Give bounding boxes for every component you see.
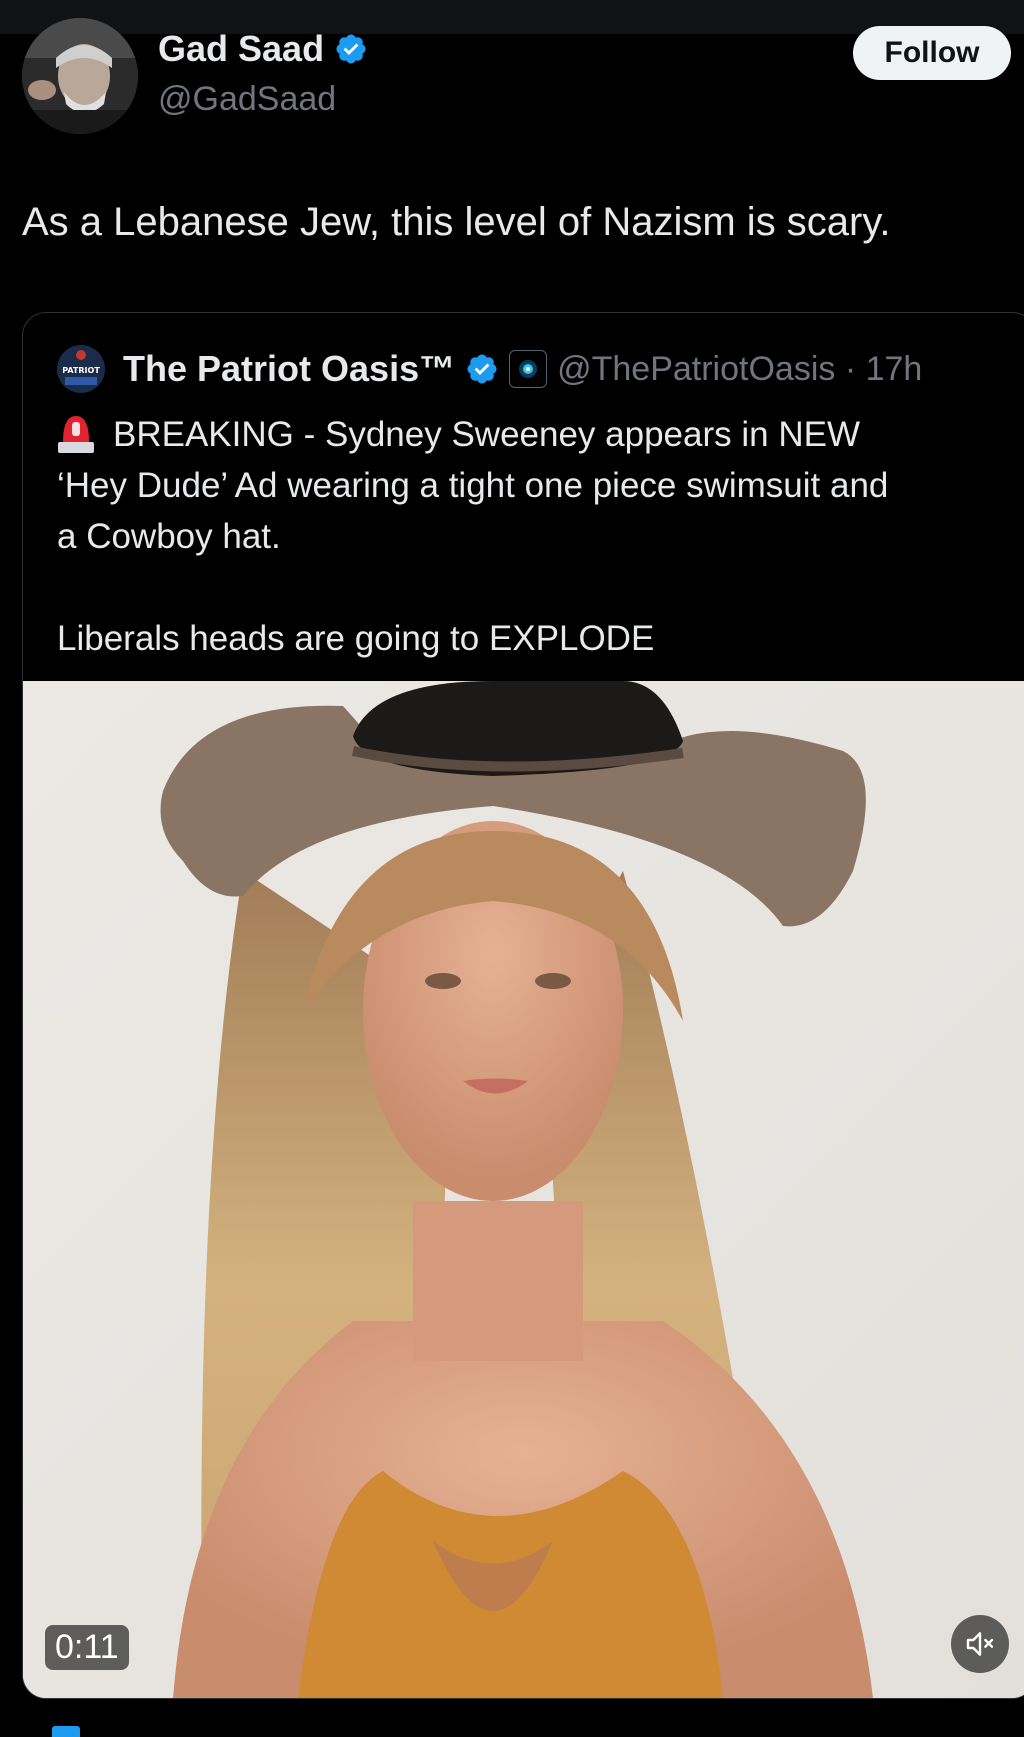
verified-badge-icon [336,34,366,64]
video-frame [23,681,1024,1698]
community-notes-icon [52,1726,80,1737]
community-notes-strip-cut [22,1712,1024,1737]
quoted-tweet-text: BREAKING - Sydney Sweeney appears in NEW… [57,409,1017,664]
speaker-muted-icon [966,1632,994,1656]
quoted-blank-line [57,562,1017,613]
avatar-text: PATRIOT [62,366,100,375]
quoted-author-name[interactable]: The Patriot Oasis™ [123,348,455,390]
quoted-tweet-header: PATRIOT The Patriot Oasis™ @ThePatriotOa… [57,345,922,393]
police-siren-icon [58,416,94,453]
author-handle[interactable]: @GadSaad [158,80,336,119]
verified-badge-icon [467,354,497,384]
mute-button[interactable] [951,1615,1009,1673]
affiliate-badge-icon [509,350,548,388]
author-avatar[interactable] [22,18,138,134]
patriot-logo-icon: PATRIOT [57,345,105,393]
quoted-tweet-card[interactable]: PATRIOT The Patriot Oasis™ @ThePatriotOa… [22,312,1024,1699]
quoted-line-1-text: BREAKING - Sydney Sweeney appears in NEW [113,415,860,454]
quoted-line-extra: Liberals heads are going to EXPLODE [57,619,655,658]
author-name[interactable]: Gad Saad [158,28,324,70]
tweet-text: As a Lebanese Jew, this level of Nazism … [22,200,891,244]
quoted-author-avatar[interactable]: PATRIOT [57,345,105,393]
quoted-line-3: a Cowboy hat. [57,517,281,556]
video-player[interactable]: 0:11 [23,681,1024,1698]
quoted-author-handle[interactable]: @ThePatriotOasis · 17h [557,350,922,389]
follow-button[interactable]: Follow [853,26,1011,80]
avatar-photo [22,18,138,134]
quoted-line-2: ‘Hey Dude’ Ad wearing a tight one piece … [57,466,889,505]
video-timestamp: 0:11 [45,1625,129,1670]
quoted-line-1: BREAKING - Sydney Sweeney appears in NEW [57,409,1017,460]
author-name-row[interactable]: Gad Saad [158,28,368,70]
